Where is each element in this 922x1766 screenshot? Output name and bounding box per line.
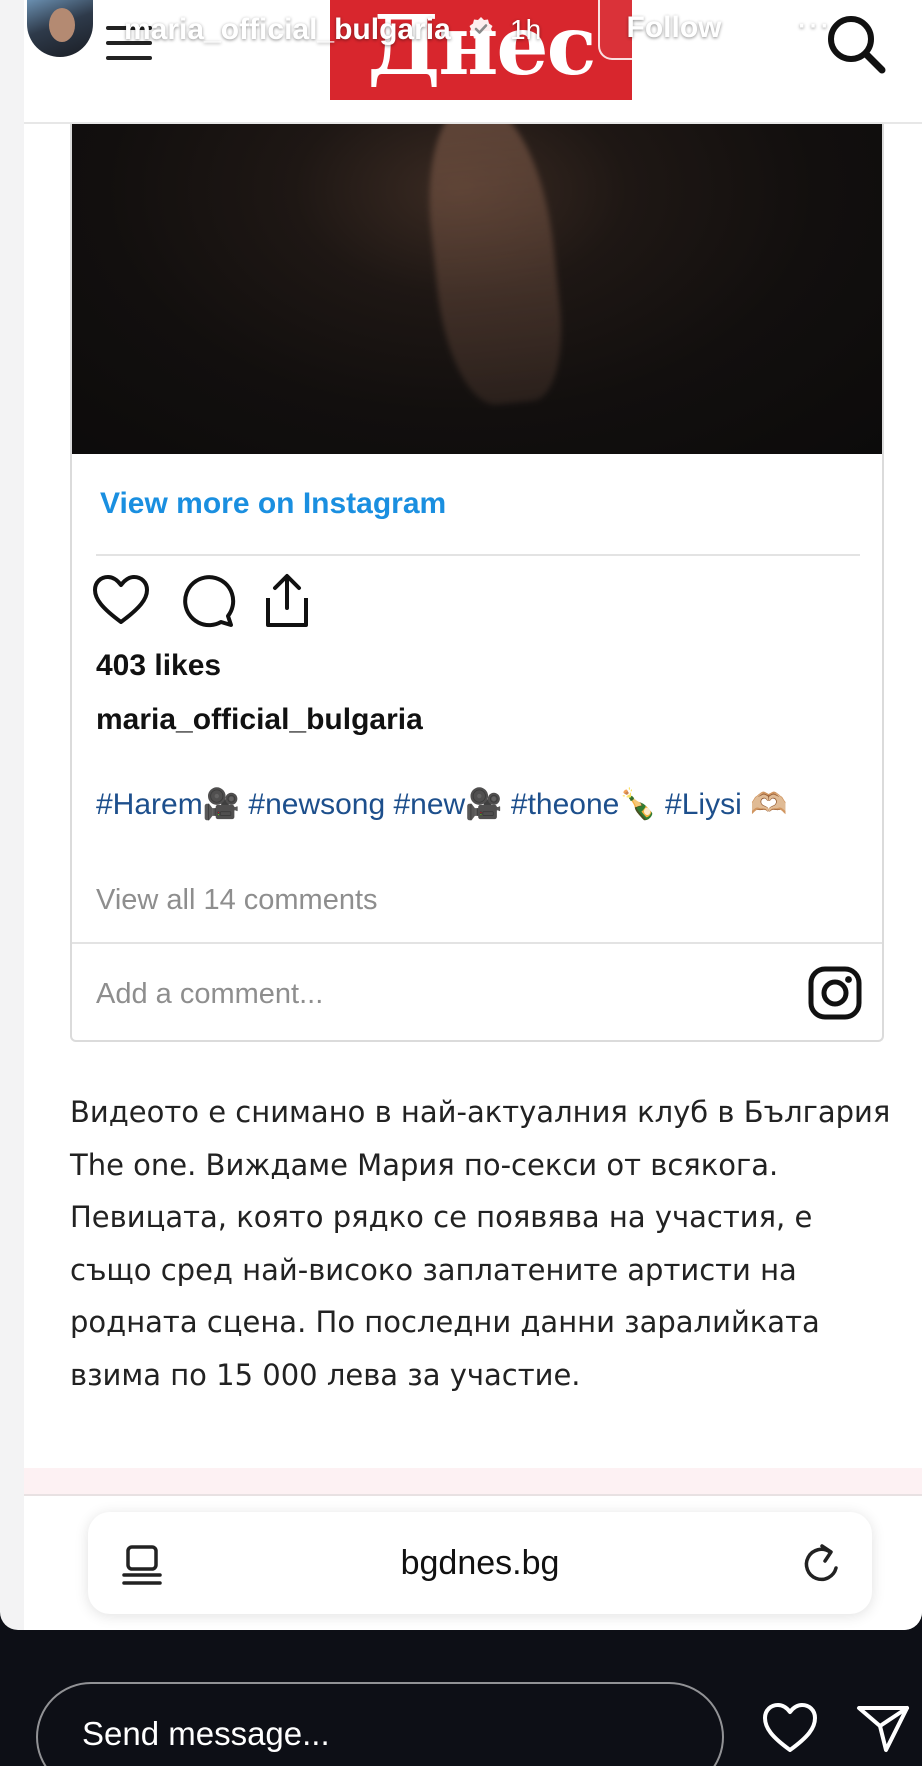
share-icon[interactable]	[258, 572, 316, 630]
heart-icon[interactable]	[92, 572, 150, 630]
follow-button[interactable]: Follow	[598, 0, 750, 60]
post-caption[interactable]: #Harem🎥 #newsong #new🎥 #theone🍾 #Liysi 🫶…	[96, 784, 860, 826]
close-icon[interactable]	[872, 6, 922, 56]
send-icon[interactable]	[856, 1704, 910, 1754]
view-comments-link[interactable]: View all 14 comments	[96, 880, 378, 920]
divider	[24, 1494, 922, 1496]
article-text: Видеото е снимано в най-актуалния клуб в…	[70, 1095, 891, 1392]
view-more-link[interactable]: View more on Instagram	[100, 484, 446, 524]
more-options-icon[interactable]: ···	[790, 4, 836, 44]
story-card: Днес View more on Instagram 403 likes ma…	[0, 0, 922, 1630]
post-video[interactable]	[72, 124, 882, 454]
story-timestamp: 1h	[510, 14, 542, 45]
instagram-icon[interactable]	[808, 966, 862, 1020]
comment-icon[interactable]	[178, 572, 236, 630]
heart-icon[interactable]	[762, 1702, 818, 1754]
instagram-embed: View more on Instagram 403 likes maria_o…	[70, 124, 884, 1042]
send-message-input[interactable]: Send message...	[36, 1682, 724, 1766]
likes-count[interactable]: 403 likes	[96, 646, 221, 686]
video-frame-figure	[418, 124, 570, 410]
divider	[72, 942, 882, 944]
avatar-photo	[49, 8, 75, 42]
divider	[96, 554, 860, 556]
story-username[interactable]: maria_official_bulgaria	[124, 10, 451, 50]
post-username[interactable]: maria_official_bulgaria	[96, 700, 423, 740]
verified-icon	[469, 17, 493, 41]
url-text[interactable]: bgdnes.bg	[88, 1540, 872, 1586]
page-footer-strip	[24, 1468, 922, 1496]
reload-icon[interactable]	[800, 1542, 844, 1586]
comment-input[interactable]: Add a comment...	[96, 974, 323, 1014]
address-bar[interactable]: bgdnes.bg	[88, 1512, 872, 1614]
story-viewer: Днес View more on Instagram 403 likes ma…	[0, 0, 922, 1766]
